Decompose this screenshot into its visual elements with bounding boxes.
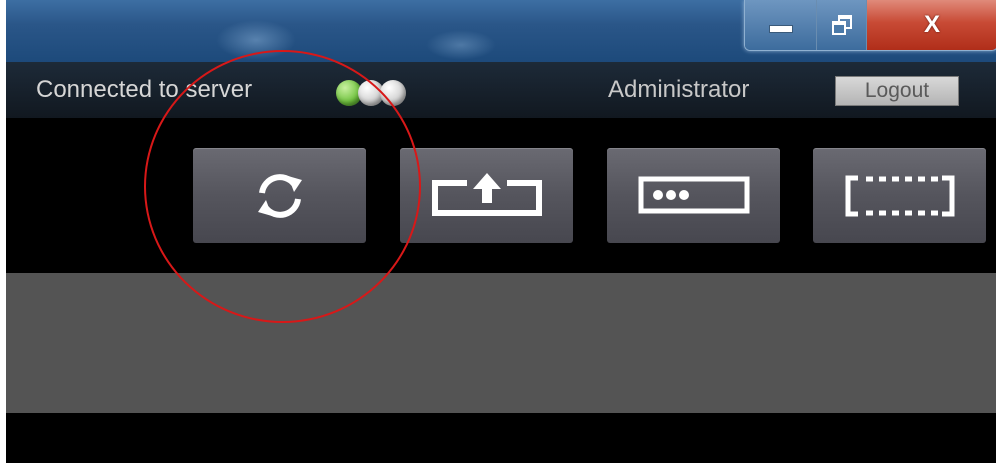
content-panel <box>6 273 996 413</box>
window-controls: X <box>744 0 996 51</box>
minimize-button[interactable] <box>745 0 817 50</box>
close-button[interactable]: X <box>867 0 996 50</box>
selection-frame-button[interactable] <box>813 148 986 243</box>
upload-button[interactable] <box>400 148 573 243</box>
close-icon: X <box>923 11 940 38</box>
title-bar: X <box>6 0 996 62</box>
dashed-frame-icon <box>845 175 954 216</box>
background-blur <box>426 30 496 60</box>
more-options-button[interactable] <box>607 148 780 243</box>
minimize-icon <box>768 25 793 33</box>
connection-status-text: Connected to server <box>36 76 253 103</box>
toolbar <box>6 118 996 273</box>
refresh-button[interactable] <box>193 148 366 243</box>
app-window: X Connected to server Administrator Logo… <box>6 0 996 463</box>
restore-button[interactable] <box>817 0 867 50</box>
status-bar: Connected to server Administrator Logout <box>6 62 996 119</box>
upload-frame-icon <box>431 172 542 216</box>
status-indicator-grey <box>380 80 406 106</box>
bottom-strip <box>6 413 996 463</box>
dots-frame-icon <box>638 176 749 213</box>
background-blur <box>216 20 296 60</box>
refresh-icon <box>257 173 302 218</box>
user-label: Administrator <box>608 76 750 103</box>
logout-button[interactable]: Logout <box>835 76 959 106</box>
connection-indicators <box>336 80 406 106</box>
restore-icon <box>831 15 852 35</box>
